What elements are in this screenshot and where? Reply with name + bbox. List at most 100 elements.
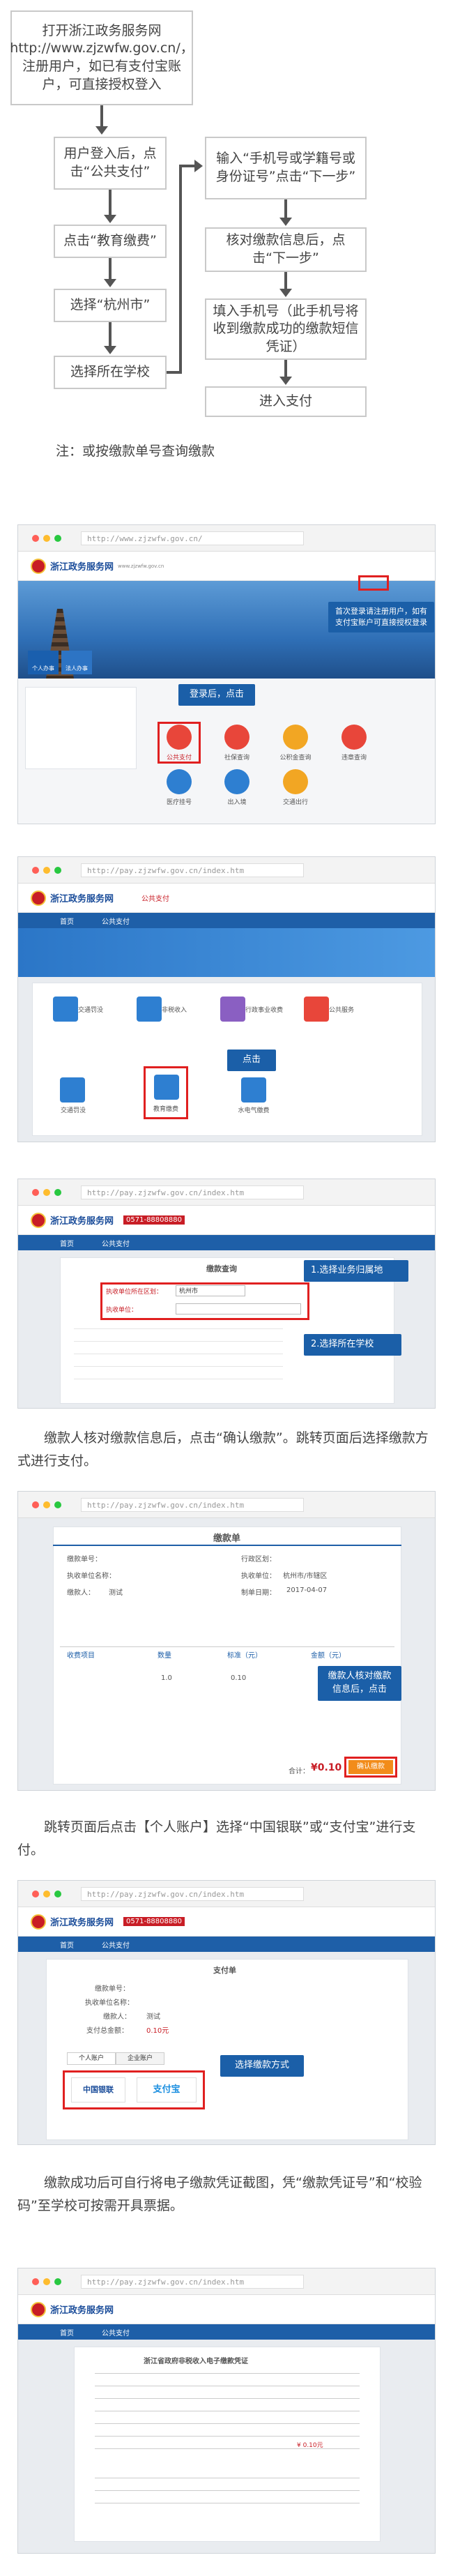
bill-no-label: 缴款单号： [67, 1556, 102, 1563]
public-pay-label: 公共支付 [166, 755, 192, 762]
flow-step-login: 用户登入后，点击“公共支付” [54, 137, 167, 190]
address-bar[interactable]: http://pay.zjzwfw.gov.cn/index.htm [81, 1497, 304, 1512]
site-header: 浙江政务服务网 0571-88808880 [18, 1907, 435, 1937]
bill-title: 缴款单 [213, 1533, 241, 1544]
tab-personal[interactable]: 个人办事 [28, 651, 59, 674]
service-icon[interactable] [283, 769, 308, 794]
payer-value: 测试 [146, 2013, 160, 2021]
category-icon[interactable] [304, 997, 329, 1022]
emblem-icon [31, 1914, 46, 1930]
address-bar[interactable]: http://www.zjzwfw.gov.cn/ [81, 531, 304, 545]
address-bar[interactable]: http://pay.zjzwfw.gov.cn/index.htm [81, 2274, 304, 2289]
site-logo[interactable]: 浙江政务服务网 www.zjzwfw.gov.cn [31, 558, 164, 574]
flow-arrow [284, 360, 287, 378]
col-qty: 数量 [158, 1652, 171, 1660]
screenshot-receipt: http://pay.zjzwfw.gov.cn/index.htm 浙江政务服… [17, 2268, 436, 2554]
flow-arrow [109, 322, 112, 347]
side-card [25, 687, 137, 769]
public-pay-icon[interactable] [167, 725, 192, 750]
login-highlight [358, 575, 389, 591]
browser-bar: http://pay.zjzwfw.gov.cn/index.htm [18, 1179, 435, 1206]
utility-icon[interactable] [241, 1077, 266, 1103]
car-icon[interactable] [60, 1077, 85, 1103]
payer-label: 缴款人： [67, 1589, 95, 1597]
address-bar[interactable]: http://pay.zjzwfw.gov.cn/index.htm [81, 1886, 304, 1901]
browser-bar: http://pay.zjzwfw.gov.cn/index.htm [18, 1492, 435, 1518]
nav-bar: 首页 公共支付 [18, 1937, 435, 1952]
nav-home[interactable]: 首页 [60, 1939, 74, 1950]
address-bar[interactable]: http://pay.zjzwfw.gov.cn/index.htm [81, 863, 304, 877]
category-label: 非税收入 [162, 1007, 187, 1014]
receipt-panel [74, 2347, 381, 2542]
flow-step-pay: 进入支付 [205, 386, 367, 417]
nav-home[interactable]: 首页 [60, 1238, 74, 1248]
service-icon[interactable] [341, 725, 367, 750]
nav-pay[interactable]: 公共支付 [102, 2327, 130, 2338]
category-label: 交通罚没 [60, 1107, 86, 1114]
flow-step-phone: 填入手机号（此手机号将收到缴款成功的缴款短信凭证） [205, 298, 367, 360]
service-label: 违章查询 [341, 755, 367, 762]
amount-value: 0.10元 [146, 2027, 169, 2035]
education-icon[interactable] [154, 1075, 179, 1100]
std-value: 0.10 [231, 1674, 247, 1682]
total-label: 合计： [289, 1768, 309, 1775]
service-icon[interactable] [283, 725, 308, 750]
browser-bar: http://pay.zjzwfw.gov.cn/index.htm [18, 2268, 435, 2295]
instruction-receipt: 缴款成功后可自行将电子缴款凭证截图，凭“缴款凭证号”和“校验码”至学校可按需开具… [17, 2175, 422, 2214]
nav-pay[interactable]: 公共支付 [102, 1939, 130, 1950]
address-bar[interactable]: http://pay.zjzwfw.gov.cn/index.htm [81, 1185, 304, 1199]
flow-step-city: 选择“杭州市” [54, 289, 167, 322]
nav-bar: 首页 公共支付 [18, 2324, 435, 2340]
payment-title: 支付单 [213, 1966, 236, 1975]
site-header: 浙江政务服务网 0571-88808880 [18, 1206, 435, 1235]
category-label: 水电气缴费 [238, 1107, 270, 1114]
flow-arrow-head [279, 289, 292, 297]
category-icon[interactable] [137, 997, 162, 1022]
instruction-confirm: 缴款人核对缴款信息后，点击“确认缴款”。跳转页面后选择缴款方式进行支付。 [17, 1430, 429, 1469]
service-label: 医疗挂号 [166, 799, 192, 806]
site-logo[interactable]: 浙江政务服务网 [31, 1212, 114, 1228]
flow-arrow-head [279, 218, 292, 226]
nav-pay[interactable]: 公共支付 [102, 916, 130, 926]
public-pay-title: 公共支付 [141, 895, 170, 903]
tab-personal-account[interactable]: 个人账户 [67, 2052, 116, 2065]
nav-pay[interactable]: 公共支付 [102, 1238, 130, 1248]
category-icon[interactable] [53, 997, 78, 1022]
education-label: 教育缴费 [153, 1106, 178, 1113]
alipay-option[interactable]: 支付宝 [137, 2077, 197, 2103]
region-select[interactable]: 杭州市 [176, 1285, 245, 1296]
service-icon[interactable] [167, 769, 192, 794]
browser-bar: http://www.zjzwfw.gov.cn/ [18, 525, 435, 552]
payer-label: 缴款人： [103, 2013, 131, 2021]
site-logo[interactable]: 浙江政务服务网 [31, 1914, 114, 1930]
unionpay-option[interactable]: 中国银联 [71, 2077, 125, 2103]
flow-step-education: 点击“教育缴费” [54, 225, 167, 258]
instruction-pay-method: 跳转页面后点击【个人账户】选择“中国银联”或“支付宝”进行支付。 [17, 1819, 416, 1858]
site-logo[interactable]: 浙江政务服务网 [31, 2301, 114, 2317]
callout-region: 1.选择业务归属地 [304, 1260, 408, 1282]
flow-arrow-head [95, 126, 108, 135]
tab-corp-account[interactable]: 企业账户 [116, 2052, 164, 2065]
service-icon[interactable] [224, 769, 249, 794]
service-label: 出入境 [227, 799, 247, 806]
confirm-button[interactable]: 确认缴款 [348, 1760, 393, 1774]
callout-school: 2.选择所在学校 [304, 1334, 401, 1356]
flow-connector [167, 371, 181, 374]
tab-legal[interactable]: 法人办事 [61, 651, 92, 674]
receipt-title: 浙江省政府非税收入电子缴款凭证 [144, 2358, 248, 2365]
flow-arrow-head [279, 377, 292, 385]
nav-home[interactable]: 首页 [60, 916, 74, 926]
service-icon[interactable] [224, 725, 249, 750]
category-icon[interactable] [220, 997, 245, 1022]
callout-login: 首次登录请注册用户，如有支付宝账户可直接授权登录 [328, 602, 434, 632]
col-amount: 金额（元） [311, 1652, 346, 1660]
callout-confirm: 缴款人核对缴款信息后，点击 [318, 1666, 401, 1701]
flow-arrow [100, 105, 103, 128]
flow-step-open-site: 打开浙江政务服务网 http://www.zjzwfw.gov.cn/，注册用户… [10, 10, 194, 105]
screenshot-portal-home: http://www.zjzwfw.gov.cn/ 浙江政务服务网 www.zjz… [17, 524, 436, 824]
org-select[interactable] [176, 1303, 301, 1314]
site-logo[interactable]: 浙江政务服务网 [31, 890, 114, 906]
nav-home[interactable]: 首页 [60, 2327, 74, 2338]
query-title: 缴款查询 [206, 1264, 237, 1273]
nav-bar: 首页 公共支付 [18, 1235, 435, 1250]
